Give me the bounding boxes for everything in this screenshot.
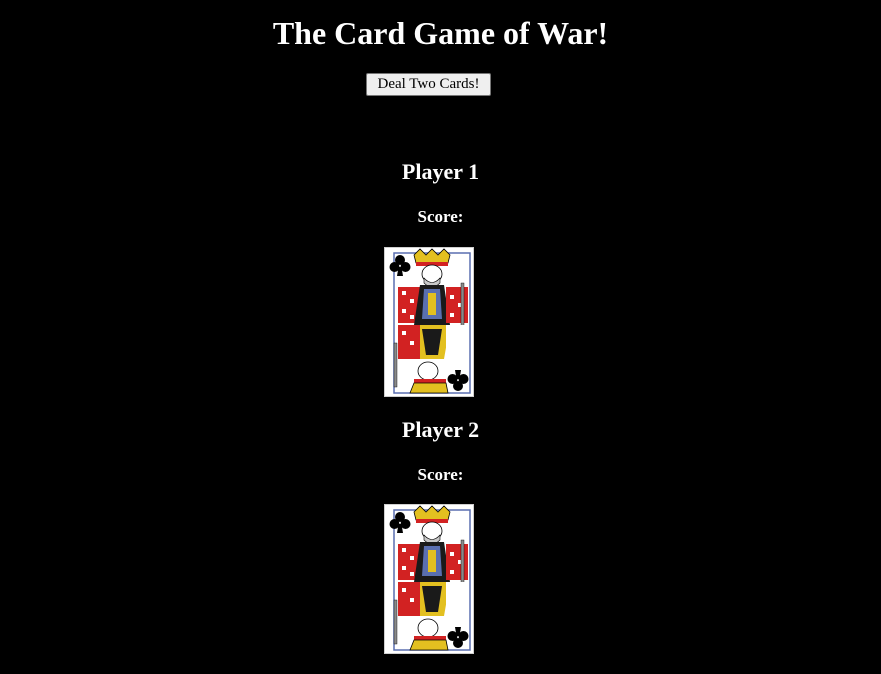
player-1-name: Player 1 [401, 159, 480, 184]
king-of-clubs-card-image [384, 247, 474, 397]
player-1-score: Score: [0, 207, 881, 227]
player-2-score-label: Score: [417, 465, 464, 484]
king-of-clubs-card-image [384, 504, 474, 654]
deal-cards-button[interactable]: Deal Two Cards! [366, 73, 491, 96]
war-game-page: The Card Game of War! Deal Two Cards! Pl… [0, 0, 881, 674]
player-2-score: Score: [0, 465, 881, 485]
page-title: The Card Game of War! [272, 15, 609, 51]
player-2-card [384, 504, 474, 654]
player-2-name: Player 2 [401, 417, 480, 442]
player-1-score-label: Score: [417, 207, 464, 226]
player-1-card [384, 247, 474, 397]
